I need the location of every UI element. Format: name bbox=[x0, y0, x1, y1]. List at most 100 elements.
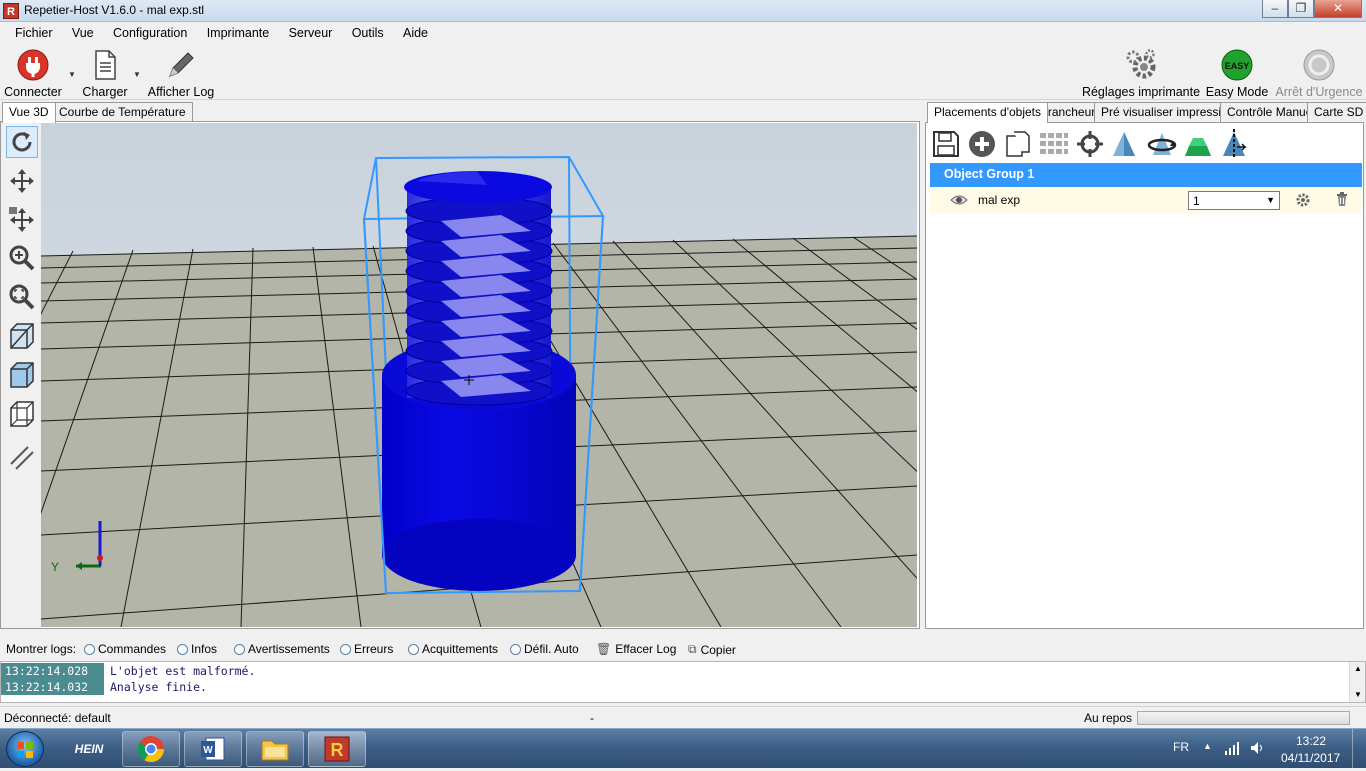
move-object-tool[interactable] bbox=[6, 204, 38, 236]
view-tools bbox=[1, 122, 41, 628]
move-arrows-icon bbox=[10, 169, 34, 193]
menu-outils[interactable]: Outils bbox=[344, 22, 392, 40]
taskbar-explorer[interactable] bbox=[246, 731, 304, 767]
emergency-stop-label: Arrêt d'Urgence bbox=[1275, 85, 1363, 99]
log-filter-label: Avertissements bbox=[248, 642, 330, 656]
easy-mode-button[interactable]: EASY Easy Mode bbox=[1205, 48, 1269, 100]
connect-dropdown-icon[interactable]: ▼ bbox=[68, 70, 76, 79]
autoposition-button[interactable] bbox=[1038, 129, 1070, 159]
copies-select[interactable]: 1 ▼ bbox=[1188, 191, 1280, 210]
log-filter-infos[interactable]: Infos bbox=[177, 642, 217, 656]
menu-serveur[interactable]: Serveur bbox=[281, 22, 341, 40]
chevron-down-icon: ▼ bbox=[1266, 195, 1275, 205]
eye-icon[interactable] bbox=[950, 194, 968, 206]
log-filter-errors[interactable]: Erreurs bbox=[340, 642, 393, 656]
log-autoscroll[interactable]: Défil. Auto bbox=[510, 642, 579, 656]
zoom-tool[interactable] bbox=[6, 242, 38, 274]
center-object-button[interactable] bbox=[1074, 129, 1106, 159]
easy-mode-label: Easy Mode bbox=[1205, 85, 1269, 99]
tab-sd-card[interactable]: Carte SD bbox=[1307, 102, 1366, 122]
fit-view-tool[interactable] bbox=[6, 281, 38, 313]
menu-aide[interactable]: Aide bbox=[395, 22, 436, 40]
side-view-tool[interactable] bbox=[6, 359, 38, 391]
show-log-button[interactable]: Afficher Log bbox=[148, 48, 214, 100]
crosshair-icon bbox=[1077, 131, 1103, 157]
speaker-icon[interactable] bbox=[1250, 741, 1266, 755]
status-center: - bbox=[590, 711, 594, 725]
log-filter-warnings[interactable]: Avertissements bbox=[234, 642, 330, 656]
clock-date[interactable]: 04/11/2017 bbox=[1281, 751, 1340, 765]
log-area[interactable]: 13:22:14.028 L'objet est malformé. 13:22… bbox=[0, 661, 1366, 703]
close-button[interactable]: ✕ bbox=[1314, 0, 1362, 18]
log-filter-commands[interactable]: Commandes bbox=[84, 642, 166, 656]
printer-settings-label: Réglages imprimante bbox=[1081, 85, 1201, 99]
signal-icon[interactable] bbox=[1224, 741, 1240, 755]
right-panel: Placements d'objets Trancheur Pré visual… bbox=[924, 102, 1366, 629]
tab-temperature-curve[interactable]: Courbe de Température bbox=[52, 102, 193, 122]
minimize-button[interactable]: – bbox=[1262, 0, 1288, 18]
clear-log-button[interactable]: 🗑 Effacer Log bbox=[596, 642, 676, 656]
3d-viewport[interactable]: Y bbox=[41, 123, 917, 627]
log-filter-label: Acquittements bbox=[422, 642, 499, 656]
save-object-button[interactable] bbox=[930, 129, 962, 159]
add-object-button[interactable] bbox=[966, 129, 998, 159]
tab-object-placement[interactable]: Placements d'objets bbox=[927, 102, 1049, 123]
rotate-object-button[interactable] bbox=[1146, 129, 1178, 159]
easy-mode-icon: EASY bbox=[1221, 49, 1253, 81]
parallel-view-tool[interactable] bbox=[6, 442, 38, 474]
maximize-button[interactable]: ❐ bbox=[1288, 0, 1314, 18]
clear-log-label: Effacer Log bbox=[615, 642, 677, 656]
top-view-tool[interactable] bbox=[6, 398, 38, 430]
emergency-stop-button[interactable]: Arrêt d'Urgence bbox=[1275, 48, 1363, 100]
show-desktop-button[interactable] bbox=[1352, 729, 1366, 769]
grid-icon bbox=[1040, 133, 1068, 154]
taskbar-chrome[interactable] bbox=[122, 731, 180, 767]
connect-button[interactable]: Connecter bbox=[4, 48, 62, 100]
radio-icon bbox=[510, 643, 521, 655]
mirror-object-button[interactable] bbox=[1218, 129, 1250, 159]
load-dropdown-icon[interactable]: ▼ bbox=[133, 70, 141, 79]
taskbar-repetier[interactable]: R bbox=[308, 731, 366, 767]
clock-time[interactable]: 13:22 bbox=[1296, 734, 1326, 748]
menu-vue[interactable]: Vue bbox=[64, 22, 102, 40]
menu-imprimante[interactable]: Imprimante bbox=[199, 22, 278, 40]
scroll-down-icon[interactable]: ▼ bbox=[1354, 690, 1362, 699]
toolbar: Connecter ▼ Charger ▼ Afficher Log Régla… bbox=[0, 44, 1366, 100]
progress-bar bbox=[1137, 711, 1350, 725]
copy-object-button[interactable] bbox=[1002, 129, 1034, 159]
copy-log-button[interactable]: ⧉ Copier bbox=[688, 642, 736, 657]
cube-front-icon bbox=[10, 323, 34, 349]
hein-label: HEIN bbox=[74, 742, 104, 756]
log-filter-acks[interactable]: Acquittements bbox=[408, 642, 498, 656]
scale-object-button[interactable] bbox=[1108, 129, 1140, 159]
easy-badge-text: EASY bbox=[1225, 61, 1250, 71]
front-view-tool[interactable] bbox=[6, 320, 38, 352]
gear-icon[interactable] bbox=[1296, 193, 1310, 207]
printer-settings-button[interactable]: Réglages imprimante bbox=[1082, 48, 1200, 100]
object-group-header[interactable]: Object Group 1 bbox=[930, 163, 1362, 187]
language-indicator[interactable]: FR bbox=[1173, 740, 1189, 754]
taskbar-word[interactable]: W bbox=[184, 731, 242, 767]
menu-fichier[interactable]: Fichier bbox=[7, 22, 61, 40]
tab-vue-3d[interactable]: Vue 3D bbox=[2, 102, 56, 123]
tray-expand-icon[interactable]: ▲ bbox=[1203, 741, 1212, 751]
load-button[interactable]: Charger bbox=[80, 48, 130, 100]
radio-icon bbox=[177, 643, 188, 655]
object-list-item[interactable]: mal exp 1 ▼ bbox=[930, 187, 1362, 213]
log-scrollbar[interactable]: ▲ ▼ bbox=[1349, 662, 1365, 702]
show-log-label: Afficher Log bbox=[147, 85, 215, 99]
scroll-up-icon[interactable]: ▲ bbox=[1354, 664, 1362, 673]
taskbar-hein[interactable]: HEIN bbox=[60, 731, 118, 767]
3d-scene[interactable]: Y bbox=[41, 123, 917, 627]
log-options-bar: Montrer logs: Commandes Infos Avertissem… bbox=[0, 638, 1366, 660]
menu-configuration[interactable]: Configuration bbox=[105, 22, 195, 40]
trash-icon[interactable] bbox=[1336, 192, 1348, 206]
move-view-tool[interactable] bbox=[6, 165, 38, 197]
rotate-icon bbox=[12, 132, 32, 152]
cut-object-button[interactable] bbox=[1182, 129, 1214, 159]
windows-taskbar: HEIN W R FR ▲ 13:22 04/11/2017 bbox=[0, 728, 1366, 769]
3d-model-mal-exp[interactable] bbox=[382, 171, 576, 591]
emergency-stop-icon bbox=[1303, 49, 1335, 81]
rotate-view-tool[interactable] bbox=[6, 126, 38, 158]
start-button[interactable] bbox=[6, 731, 44, 767]
